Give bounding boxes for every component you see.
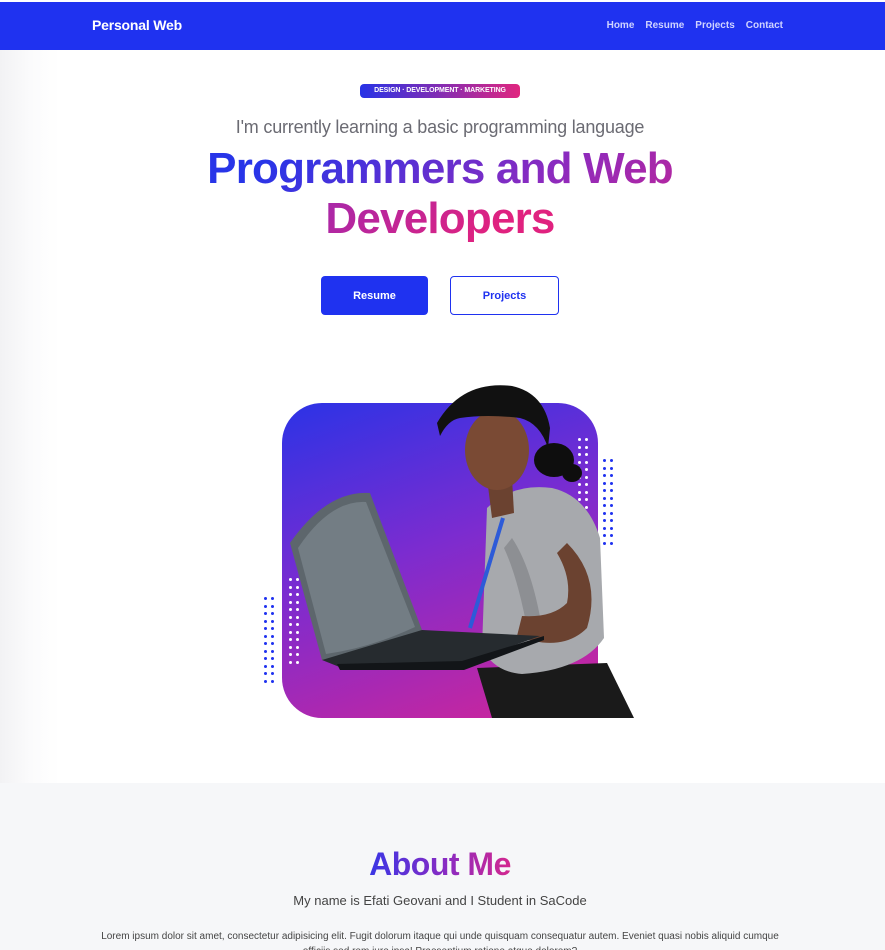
dot [271, 657, 275, 661]
dot-pattern-left [264, 597, 276, 685]
dot [264, 634, 268, 638]
nav-links: Home Resume Projects Contact [607, 20, 783, 31]
dot [264, 604, 268, 608]
hero-subtitle: I'm currently learning a basic programmi… [235, 117, 645, 137]
nav-link-resume[interactable]: Resume [645, 20, 684, 31]
dot [264, 642, 268, 646]
dot [271, 672, 275, 676]
dot [264, 612, 268, 616]
hero-title: Programmers and Web Developers [160, 144, 720, 244]
dot [264, 627, 268, 631]
dot [271, 649, 275, 653]
nav-link-contact[interactable]: Contact [746, 20, 783, 31]
dot [264, 657, 268, 661]
dot [271, 664, 275, 668]
dot [271, 634, 275, 638]
projects-button[interactable]: Projects [450, 276, 559, 315]
dot [271, 619, 275, 623]
dot [271, 679, 275, 683]
dot [271, 604, 275, 608]
about-body-text: Lorem ipsum dolor sit amet, consectetur … [101, 931, 779, 950]
dot [271, 597, 275, 601]
dot [271, 612, 275, 616]
brand-logo[interactable]: Personal Web [92, 17, 182, 33]
about-subtitle: My name is Efati Geovani and I Student i… [293, 893, 587, 908]
dot [264, 664, 268, 668]
navbar: Personal Web Home Resume Projects Contac… [0, 2, 885, 50]
about-title: About Me [0, 846, 880, 883]
skills-badge: DESIGN · DEVELOPMENT · MARKETING [360, 84, 520, 98]
hero-title-text: Programmers and Web Developers [207, 144, 673, 243]
dot [264, 649, 268, 653]
about-title-text: About Me [369, 846, 511, 882]
dot [264, 619, 268, 623]
resume-button[interactable]: Resume [321, 276, 428, 315]
dot [264, 679, 268, 683]
dot [264, 672, 268, 676]
dot [271, 627, 275, 631]
nav-link-projects[interactable]: Projects [695, 20, 734, 31]
nav-link-home[interactable]: Home [607, 20, 635, 31]
dot [264, 597, 268, 601]
woman-with-laptop-image [290, 385, 634, 718]
dot [271, 642, 275, 646]
